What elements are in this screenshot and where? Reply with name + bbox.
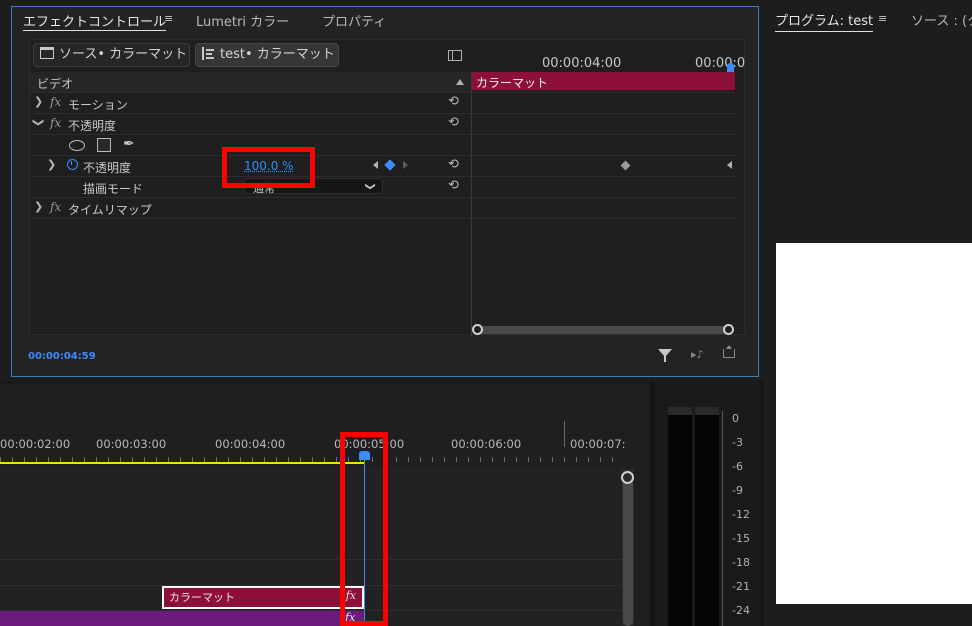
source-monitor-icon bbox=[40, 47, 54, 59]
column-divider bbox=[471, 72, 472, 336]
mini-timeline-clip-bar[interactable]: カラーマット bbox=[472, 72, 735, 90]
export-icon[interactable] bbox=[723, 345, 735, 358]
meter-channel-left bbox=[668, 407, 692, 626]
source-monitor-tab[interactable]: ソース : (ク bbox=[911, 10, 972, 29]
db-label: -6 bbox=[732, 460, 743, 473]
effect-controls-panel: エフェクトコントロール ≡ Lumetri カラー プロパティ ソース• カラー… bbox=[11, 6, 759, 377]
fx-badge[interactable]: fx bbox=[50, 200, 61, 214]
work-area-bar[interactable] bbox=[0, 462, 364, 464]
db-label: -21 bbox=[732, 580, 750, 593]
previous-keyframe-icon[interactable] bbox=[373, 161, 378, 169]
ruler-time-label: 00:00:03:00 bbox=[96, 437, 167, 451]
sequence-icon bbox=[202, 47, 214, 60]
clip-end-marker bbox=[727, 161, 732, 169]
vertical-scrollbar-thumb[interactable] bbox=[623, 479, 633, 626]
highlight-annotation bbox=[222, 147, 315, 188]
mini-clip-label: カラーマット bbox=[476, 76, 549, 90]
ruler-time-label: 00:00:07: bbox=[570, 437, 626, 451]
db-label: -15 bbox=[732, 532, 750, 545]
program-monitor-title[interactable]: プログラム: test bbox=[775, 10, 874, 32]
current-timecode[interactable]: 00:00:04:59 bbox=[28, 351, 96, 362]
motion-effect-label[interactable]: モーション bbox=[68, 96, 128, 113]
ruler-tick bbox=[564, 421, 565, 447]
effect-controls-content: ソース• カラーマット test• カラーマット ビデオ ❯ fx モーション … bbox=[29, 39, 746, 336]
lower-track-clip[interactable]: fx bbox=[0, 611, 364, 626]
zoom-scrollbar[interactable] bbox=[474, 326, 732, 334]
time-remap-label[interactable]: タイムリマップ bbox=[68, 201, 152, 218]
zoom-handle-right[interactable] bbox=[723, 324, 734, 335]
panel-menu-icon[interactable]: ≡ bbox=[164, 12, 173, 25]
filter-icon[interactable] bbox=[658, 349, 672, 362]
audio-meter-panel: 0 -3 -6 -9 -12 -15 -18 -21 -24 bbox=[654, 381, 760, 626]
stopwatch-icon[interactable] bbox=[67, 159, 78, 170]
tab-properties[interactable]: プロパティ bbox=[322, 11, 386, 31]
ruler-time-label: 00:00:04:00 bbox=[215, 437, 286, 451]
sequence-chip-label: test• カラーマット bbox=[220, 47, 335, 62]
db-label: -9 bbox=[732, 484, 743, 497]
play-audio-icon[interactable]: ▸♪ bbox=[691, 348, 704, 361]
timeline-panel: 00:00:02:00 00:00:03:00 00:00:04:00 00:0… bbox=[0, 381, 650, 626]
clip-label: カラーマット bbox=[169, 591, 235, 604]
fx-badge[interactable]: fx bbox=[50, 116, 61, 130]
collapse-chevron-icon[interactable]: ❯ bbox=[32, 118, 45, 127]
expand-chevron-icon[interactable]: ❯ bbox=[47, 158, 56, 171]
db-label: -18 bbox=[732, 556, 750, 569]
reset-icon[interactable]: ⟲ bbox=[448, 157, 459, 172]
mini-ruler-label: 00:00:04:00 bbox=[542, 56, 622, 71]
add-keyframe-icon[interactable] bbox=[384, 159, 396, 171]
rectangle-mask-icon[interactable] bbox=[97, 138, 111, 152]
panel-menu-icon[interactable]: ≡ bbox=[878, 12, 887, 25]
db-label: -12 bbox=[732, 508, 750, 521]
db-label: -24 bbox=[732, 604, 750, 617]
collapse-up-icon[interactable] bbox=[456, 79, 464, 85]
pen-mask-icon[interactable]: ✒ bbox=[123, 136, 135, 152]
mini-ruler-label: 00:00:0 bbox=[695, 56, 746, 71]
blend-mode-label: 描画モード bbox=[83, 182, 144, 196]
ruler-time-label: 00:00:02:00 bbox=[0, 437, 71, 451]
fx-badge[interactable]: fx bbox=[50, 95, 61, 109]
opacity-parameter-label: 不透明度 bbox=[83, 161, 132, 175]
source-clip-chip[interactable]: ソース• カラーマット bbox=[33, 43, 190, 67]
reset-icon[interactable]: ⟲ bbox=[448, 115, 459, 130]
color-matte-clip[interactable]: カラーマット fx bbox=[162, 586, 364, 609]
db-label: 0 bbox=[732, 412, 739, 425]
section-header-bar bbox=[30, 72, 472, 92]
reset-icon[interactable]: ⟲ bbox=[448, 94, 459, 109]
chevron-down-icon: ❯ bbox=[364, 182, 376, 191]
meter-channel-right bbox=[695, 407, 719, 626]
keyframe-marker[interactable] bbox=[620, 160, 631, 171]
db-label: -3 bbox=[732, 436, 743, 449]
tab-effect-controls[interactable]: エフェクトコントロール bbox=[23, 11, 167, 31]
source-chip-label: ソース• カラーマット bbox=[59, 47, 188, 62]
video-section-label: ビデオ bbox=[37, 77, 74, 91]
tab-lumetri-color[interactable]: Lumetri カラー bbox=[196, 11, 289, 31]
program-monitor-panel: プログラム: test ≡ ソース : (ク bbox=[764, 6, 972, 626]
reset-icon[interactable]: ⟲ bbox=[448, 178, 459, 193]
toggle-timeline-view-icon[interactable] bbox=[448, 50, 462, 61]
ruler-time-label: 00:00:06:00 bbox=[451, 437, 522, 451]
scroll-handle[interactable] bbox=[621, 471, 634, 484]
next-keyframe-icon[interactable] bbox=[403, 161, 408, 169]
zoom-handle-left[interactable] bbox=[472, 324, 483, 335]
ellipse-mask-icon[interactable] bbox=[69, 140, 85, 151]
expand-chevron-icon[interactable]: ❯ bbox=[34, 95, 43, 108]
program-video-frame[interactable] bbox=[776, 243, 972, 604]
sequence-clip-chip[interactable]: test• カラーマット bbox=[195, 43, 339, 67]
opacity-effect-label[interactable]: 不透明度 bbox=[68, 117, 116, 134]
expand-chevron-icon[interactable]: ❯ bbox=[34, 200, 43, 213]
highlight-annotation bbox=[340, 432, 388, 626]
